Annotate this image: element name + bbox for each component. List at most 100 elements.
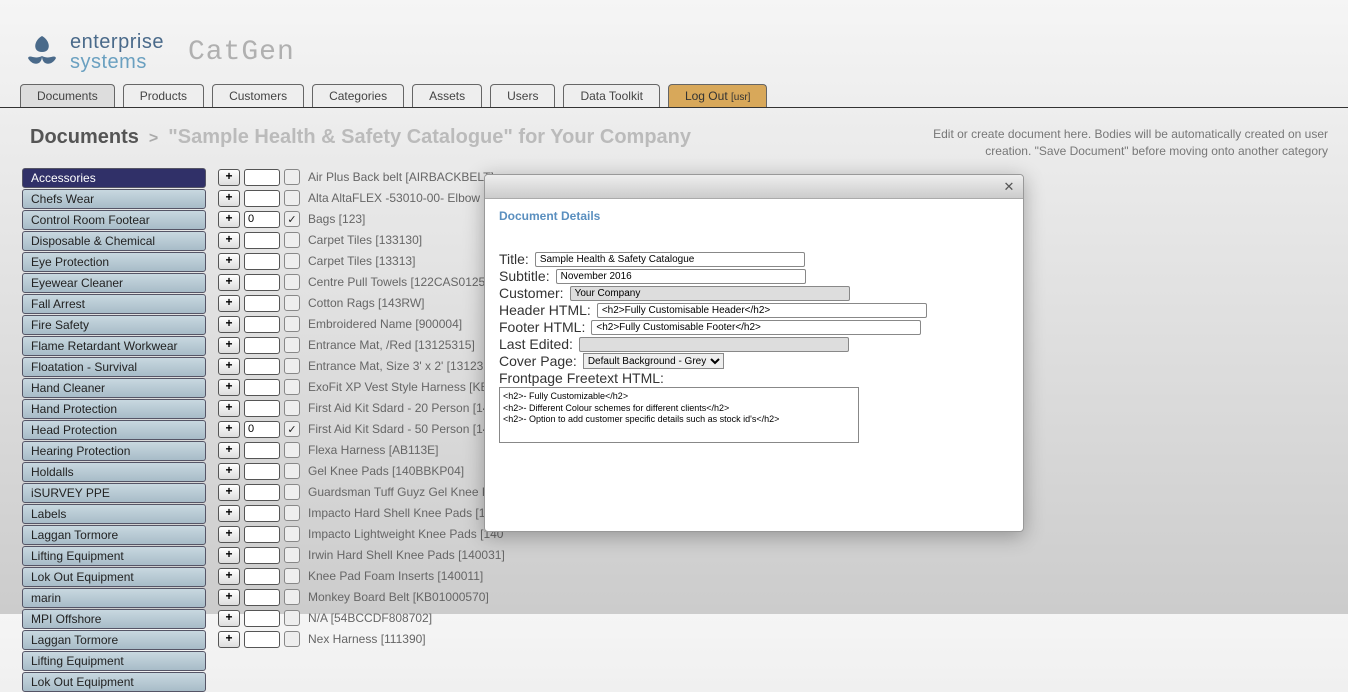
add-button[interactable]: + — [218, 547, 240, 564]
checkbox[interactable] — [284, 547, 300, 563]
sidebar-item-chefs-wear[interactable]: Chefs Wear — [22, 189, 206, 209]
sidebar-item-hand-protection[interactable]: Hand Protection — [22, 399, 206, 419]
sidebar-item-laggan-tormore[interactable]: Laggan Tormore — [22, 630, 206, 650]
quantity-input[interactable] — [244, 442, 280, 459]
checkbox[interactable] — [284, 274, 300, 290]
add-button[interactable]: + — [218, 358, 240, 375]
quantity-input[interactable] — [244, 421, 280, 438]
sidebar-item-mpi-offshore[interactable]: MPI Offshore — [22, 609, 206, 629]
quantity-input[interactable] — [244, 211, 280, 228]
sidebar-item-flame-retardant-workwear[interactable]: Flame Retardant Workwear — [22, 336, 206, 356]
sidebar-item-lifting-equipment[interactable]: Lifting Equipment — [22, 546, 206, 566]
checkbox[interactable] — [284, 295, 300, 311]
tab-data-toolkit[interactable]: Data Toolkit — [563, 84, 659, 107]
add-button[interactable]: + — [218, 316, 240, 333]
checkbox[interactable] — [284, 610, 300, 626]
header-input[interactable] — [597, 303, 927, 318]
quantity-input[interactable] — [244, 295, 280, 312]
tab-customers[interactable]: Customers — [212, 84, 304, 107]
quantity-input[interactable] — [244, 253, 280, 270]
sidebar-item-fire-safety[interactable]: Fire Safety — [22, 315, 206, 335]
cover-select[interactable]: Default Background - Grey — [583, 353, 724, 369]
add-button[interactable]: + — [218, 274, 240, 291]
freetext-textarea[interactable] — [499, 387, 859, 443]
quantity-input[interactable] — [244, 505, 280, 522]
footer-input[interactable] — [591, 320, 921, 335]
tab-categories[interactable]: Categories — [312, 84, 404, 107]
quantity-input[interactable] — [244, 463, 280, 480]
add-button[interactable]: + — [218, 379, 240, 396]
checkbox[interactable] — [284, 379, 300, 395]
add-button[interactable]: + — [218, 568, 240, 585]
add-button[interactable]: + — [218, 253, 240, 270]
tab-users[interactable]: Users — [490, 84, 555, 107]
quantity-input[interactable] — [244, 631, 280, 648]
sidebar-item-accessories[interactable]: Accessories — [22, 168, 206, 188]
add-button[interactable]: + — [218, 442, 240, 459]
checkbox[interactable] — [284, 568, 300, 584]
checkbox[interactable] — [284, 232, 300, 248]
checkbox[interactable] — [284, 526, 300, 542]
sidebar-item-laggan-tormore[interactable]: Laggan Tormore — [22, 525, 206, 545]
quantity-input[interactable] — [244, 589, 280, 606]
checkbox[interactable] — [284, 253, 300, 269]
checkbox[interactable] — [284, 589, 300, 605]
sidebar-item-isurvey-ppe[interactable]: iSURVEY PPE — [22, 483, 206, 503]
tab-documents[interactable]: Documents — [20, 84, 115, 107]
add-button[interactable]: + — [218, 463, 240, 480]
add-button[interactable]: + — [218, 505, 240, 522]
sidebar-item-disposable-chemical[interactable]: Disposable & Chemical — [22, 231, 206, 251]
quantity-input[interactable] — [244, 337, 280, 354]
sidebar-item-eye-protection[interactable]: Eye Protection — [22, 252, 206, 272]
sidebar-item-lok-out-equipment[interactable]: Lok Out Equipment — [22, 567, 206, 587]
quantity-input[interactable] — [244, 547, 280, 564]
sidebar-item-holdalls[interactable]: Holdalls — [22, 462, 206, 482]
sidebar-item-control-room-footear[interactable]: Control Room Footear — [22, 210, 206, 230]
quantity-input[interactable] — [244, 526, 280, 543]
sidebar-item-hearing-protection[interactable]: Hearing Protection — [22, 441, 206, 461]
dialog-titlebar[interactable]: ✕ — [485, 175, 1023, 199]
add-button[interactable]: + — [218, 526, 240, 543]
quantity-input[interactable] — [244, 316, 280, 333]
quantity-input[interactable] — [244, 169, 280, 186]
sidebar-item-lifting-equipment[interactable]: Lifting Equipment — [22, 651, 206, 671]
sidebar-item-hand-cleaner[interactable]: Hand Cleaner — [22, 378, 206, 398]
quantity-input[interactable] — [244, 379, 280, 396]
sidebar-item-lok-out-equipment[interactable]: Lok Out Equipment — [22, 672, 206, 692]
close-icon[interactable]: ✕ — [1001, 179, 1017, 195]
checkbox[interactable]: ✓ — [284, 211, 300, 227]
add-button[interactable]: + — [218, 295, 240, 312]
sidebar-item-marin[interactable]: marin — [22, 588, 206, 608]
add-button[interactable]: + — [218, 232, 240, 249]
tab-products[interactable]: Products — [123, 84, 204, 107]
checkbox[interactable] — [284, 169, 300, 185]
checkbox[interactable] — [284, 631, 300, 647]
add-button[interactable]: + — [218, 190, 240, 207]
quantity-input[interactable] — [244, 610, 280, 627]
add-button[interactable]: + — [218, 484, 240, 501]
quantity-input[interactable] — [244, 274, 280, 291]
quantity-input[interactable] — [244, 358, 280, 375]
quantity-input[interactable] — [244, 568, 280, 585]
quantity-input[interactable] — [244, 190, 280, 207]
add-button[interactable]: + — [218, 337, 240, 354]
add-button[interactable]: + — [218, 589, 240, 606]
checkbox[interactable] — [284, 337, 300, 353]
add-button[interactable]: + — [218, 211, 240, 228]
sidebar-item-fall-arrest[interactable]: Fall Arrest — [22, 294, 206, 314]
quantity-input[interactable] — [244, 400, 280, 417]
subtitle-input[interactable] — [556, 269, 806, 284]
checkbox[interactable] — [284, 400, 300, 416]
sidebar-item-head-protection[interactable]: Head Protection — [22, 420, 206, 440]
checkbox[interactable] — [284, 190, 300, 206]
sidebar-item-eyewear-cleaner[interactable]: Eyewear Cleaner — [22, 273, 206, 293]
quantity-input[interactable] — [244, 232, 280, 249]
logout-button[interactable]: Log Out [usr] — [668, 84, 767, 107]
checkbox[interactable] — [284, 316, 300, 332]
sidebar-item-labels[interactable]: Labels — [22, 504, 206, 524]
add-button[interactable]: + — [218, 631, 240, 648]
add-button[interactable]: + — [218, 400, 240, 417]
add-button[interactable]: + — [218, 169, 240, 186]
tab-assets[interactable]: Assets — [412, 84, 482, 107]
add-button[interactable]: + — [218, 610, 240, 627]
